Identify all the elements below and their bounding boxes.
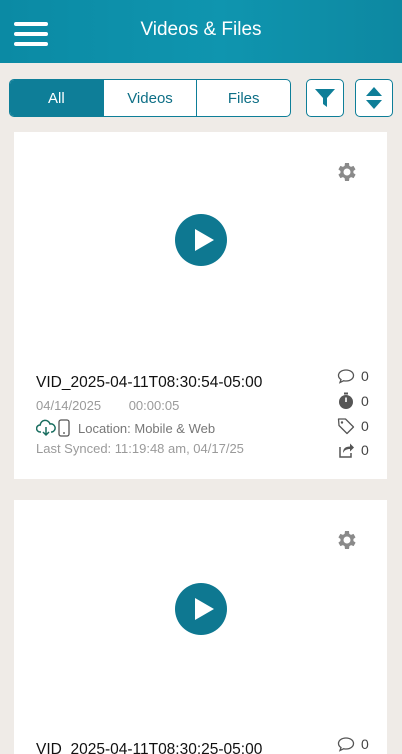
share-icon <box>339 443 354 458</box>
tab-files[interactable]: Files <box>196 80 290 116</box>
video-date: 04/14/2025 <box>36 398 102 413</box>
app-header: Videos & Files <box>0 0 402 63</box>
play-button[interactable] <box>175 583 227 635</box>
comment-icon <box>337 737 355 752</box>
video-duration: 00:00:05 <box>128 398 180 413</box>
mobile-phone-icon <box>58 419 70 437</box>
shares-count[interactable]: 0 <box>337 441 369 459</box>
video-meta: 04/14/2025 00:00:05 <box>36 398 179 413</box>
location-row: Location: Mobile & Web <box>36 419 215 437</box>
last-synced: Last Synced: 11:19:48 am, 04/17/25 <box>36 441 244 456</box>
video-card[interactable]: VID_2025-04-11T08:30:25-05:00 0 <box>14 500 387 754</box>
tab-videos[interactable]: Videos <box>102 80 197 116</box>
tab-all[interactable]: All <box>10 80 103 116</box>
stopwatch-icon <box>339 392 353 409</box>
video-card[interactable]: VID_2025-04-11T08:30:54-05:00 04/14/2025… <box>14 132 387 479</box>
comments-count[interactable]: 0 <box>337 736 369 752</box>
video-title[interactable]: VID_2025-04-11T08:30:54-05:00 <box>36 374 262 392</box>
tag-icon <box>337 418 355 435</box>
comment-icon <box>337 369 355 384</box>
tags-count[interactable]: 0 <box>337 417 369 435</box>
play-button[interactable] <box>175 214 227 266</box>
gear-icon[interactable] <box>335 160 359 184</box>
filter-tabs: All Videos Files <box>9 79 291 117</box>
timer-count[interactable]: 0 <box>337 392 369 410</box>
cloud-download-icon <box>36 419 56 437</box>
video-location: Location: Mobile & Web <box>78 420 216 436</box>
comments-count[interactable]: 0 <box>337 368 369 384</box>
sort-icon <box>366 87 382 109</box>
sort-button[interactable] <box>355 79 393 117</box>
filter-button[interactable] <box>306 79 344 117</box>
filter-icon <box>315 89 335 107</box>
page-title: Videos & Files <box>140 19 262 40</box>
video-title[interactable]: VID_2025-04-11T08:30:25-05:00 <box>36 741 262 754</box>
gear-icon[interactable] <box>335 528 359 552</box>
